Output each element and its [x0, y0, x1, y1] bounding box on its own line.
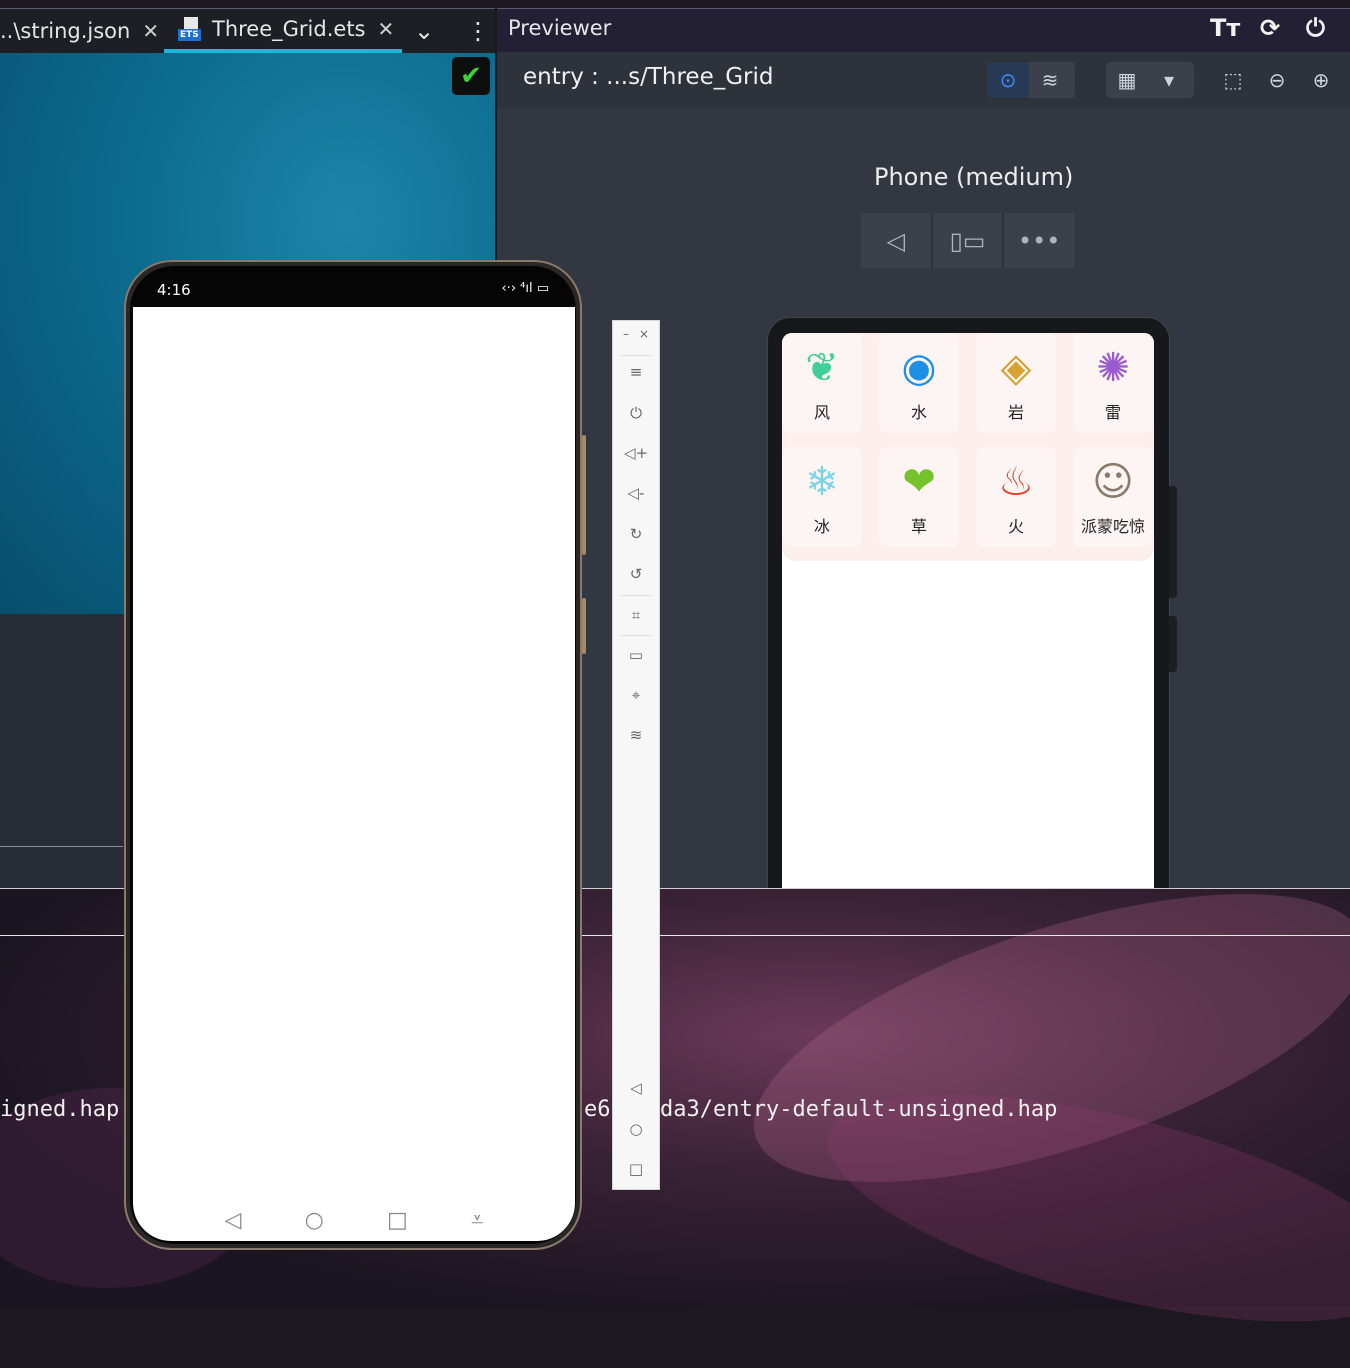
- recent-apps-icon[interactable]: □: [613, 1160, 659, 1178]
- home-icon[interactable]: ○: [613, 1120, 659, 1138]
- grid-item[interactable]: ☺ 派蒙吃惊: [1073, 447, 1153, 547]
- dendro-icon: ❤: [902, 459, 936, 505]
- nav-recent-icon[interactable]: □: [387, 1208, 408, 1233]
- pyro-icon: ♨: [998, 459, 1034, 505]
- volume-button: [582, 435, 586, 555]
- layers-icon[interactable]: ≋: [1029, 62, 1071, 98]
- element-grid: ❦ 风 ◉ 水 ◈ 岩 ✺ 雷 ❄ 冰 ❤ 草 ♨ 火 ☺ 派蒙吃惊: [782, 333, 1154, 561]
- rotate-left-icon[interactable]: ↺: [613, 565, 659, 583]
- plug-icon[interactable]: ⏻: [1306, 14, 1325, 42]
- editor-tab-bar: ..\string.json ✕ ETS Three_Grid.ets ✕ ⌄ …: [0, 8, 495, 53]
- grid-item[interactable]: ❄ 冰: [782, 447, 862, 547]
- close-icon[interactable]: ×: [639, 327, 649, 341]
- zoom-in-icon[interactable]: ⊕: [1300, 62, 1342, 98]
- refresh-icon[interactable]: ⟳: [1260, 14, 1280, 42]
- terminal-text: igned.hap: [0, 1097, 120, 1122]
- volume-up-icon[interactable]: ◁+: [613, 444, 659, 462]
- emulator-toolbar: – × ≡ ⏻ ◁+ ◁- ↻ ↺ ⌗ ▭ ⌖ ≋ ◁ ○ □: [612, 320, 660, 1190]
- tab-label: ..\string.json: [0, 19, 131, 43]
- grid-item[interactable]: ✺ 雷: [1073, 333, 1153, 433]
- minimize-icon[interactable]: –: [623, 327, 629, 341]
- terminal-text: e6: [584, 1097, 611, 1122]
- device-controls: ◁ ▯▭ •••: [861, 213, 1074, 268]
- grid-item[interactable]: ❤ 草: [879, 447, 959, 547]
- grid-item[interactable]: ♨ 火: [976, 447, 1056, 547]
- volume-down-icon[interactable]: ◁-: [613, 484, 659, 502]
- rotate-right-icon[interactable]: ↻: [613, 525, 659, 543]
- preview-screen: ❦ 风 ◉ 水 ◈ 岩 ✺ 雷 ❄ 冰 ❤ 草 ♨ 火 ☺ 派蒙吃惊: [782, 333, 1154, 888]
- preview-side-button: [1169, 616, 1177, 672]
- multi-device-group: ▦ ▾: [1106, 62, 1194, 98]
- preview-side-button: [1169, 486, 1177, 598]
- more-vertical-icon[interactable]: ⋮: [466, 9, 490, 53]
- anemo-icon: ❦: [805, 345, 839, 391]
- screenshot-icon[interactable]: ⌗: [613, 606, 659, 624]
- previewer-path: entry : ...s/Three_Grid: [523, 64, 774, 90]
- close-icon[interactable]: ✕: [142, 19, 159, 43]
- ets-file-icon: ETS: [178, 17, 204, 41]
- paimon-icon: ☺: [1092, 459, 1134, 505]
- more-horizontal-icon[interactable]: •••: [1004, 213, 1074, 268]
- status-time: 4:16: [157, 281, 191, 299]
- emulator-screen[interactable]: [133, 307, 575, 1241]
- grid-item[interactable]: ◈ 岩: [976, 333, 1056, 433]
- chevron-down-icon[interactable]: ⌄: [414, 9, 434, 53]
- inspection-ok-icon[interactable]: ✔: [452, 57, 490, 95]
- nav-back-icon[interactable]: ◁: [225, 1208, 242, 1233]
- status-icons: ‹·› ⁴ıl ▭: [501, 281, 549, 296]
- tab-label: Three_Grid.ets: [212, 17, 366, 41]
- tab-string-json[interactable]: ..\string.json ✕: [0, 9, 159, 53]
- tab-three-grid-ets[interactable]: ETS Three_Grid.ets ✕: [164, 9, 403, 53]
- location-icon[interactable]: ⌖: [613, 686, 659, 704]
- emulator-nav-bar: ◁ ○ □ ⩡: [133, 1198, 575, 1243]
- hydro-icon: ◉: [901, 345, 937, 391]
- grid-icon[interactable]: ▦: [1106, 62, 1148, 98]
- battery-icon[interactable]: ▭: [613, 646, 659, 664]
- nav-dropdown-icon[interactable]: ⩡: [471, 1208, 483, 1233]
- power-icon[interactable]: ⏻: [613, 404, 659, 422]
- electro-icon: ✺: [1096, 345, 1130, 391]
- menu-icon[interactable]: ≡: [613, 363, 659, 381]
- back-icon[interactable]: ◁: [613, 1079, 659, 1097]
- cryo-icon: ❄: [805, 459, 839, 505]
- nav-home-icon[interactable]: ○: [305, 1208, 324, 1233]
- fit-screen-icon[interactable]: ⬚: [1212, 62, 1254, 98]
- emulator-status-bar: 4:16 ‹·› ⁴ıl ▭: [133, 276, 575, 307]
- dropdown-icon[interactable]: ▾: [1148, 62, 1190, 98]
- zoom-out-icon[interactable]: ⊖: [1256, 62, 1298, 98]
- grid-item[interactable]: ◉ 水: [879, 333, 959, 433]
- close-icon[interactable]: ✕: [378, 17, 395, 41]
- power-button: [582, 598, 586, 654]
- terminal-text: da3/entry-default-unsigned.hap: [660, 1097, 1058, 1122]
- device-name: Phone (medium): [874, 163, 1074, 191]
- back-icon[interactable]: ◁: [861, 213, 933, 268]
- inspector-toggle-group: ⊙ ≋: [987, 62, 1075, 98]
- grid-item[interactable]: ❦ 风: [782, 333, 862, 433]
- wifi-icon[interactable]: ≋: [613, 726, 659, 744]
- font-size-icon[interactable]: Tт: [1210, 14, 1240, 42]
- inspect-icon[interactable]: ⊙: [987, 62, 1029, 98]
- geo-icon: ◈: [1000, 345, 1032, 391]
- previewer-title: Previewer: [508, 16, 612, 40]
- rotate-icon[interactable]: ▯▭: [933, 213, 1005, 268]
